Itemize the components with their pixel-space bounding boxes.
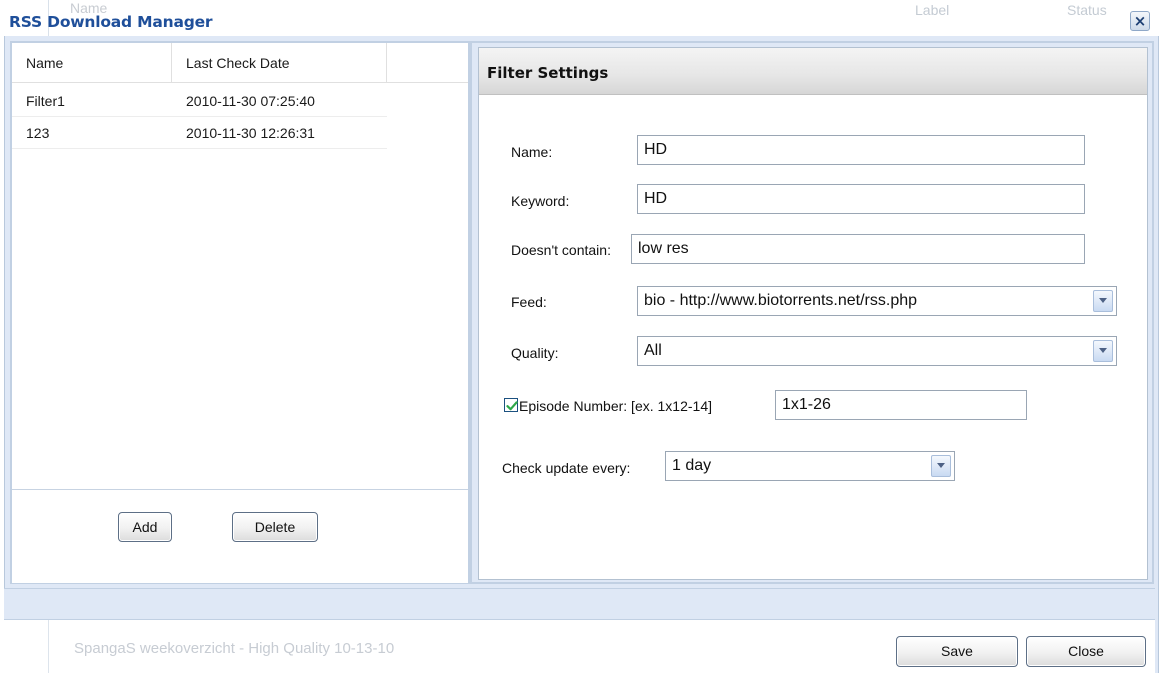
check-update-label: Check update every: xyxy=(502,460,631,476)
quality-select[interactable]: All xyxy=(637,336,1117,366)
delete-button[interactable]: Delete xyxy=(232,512,318,542)
close-icon[interactable]: × xyxy=(1130,11,1150,31)
filter-date-cell: 2010-11-30 07:25:40 xyxy=(172,85,387,117)
filter-settings-header: Filter Settings xyxy=(479,48,1147,95)
table-row[interactable]: 123 2010-11-30 12:26:31 xyxy=(12,117,387,149)
chevron-down-icon[interactable] xyxy=(1093,340,1113,362)
episode-number-checkbox[interactable] xyxy=(504,398,518,412)
feed-select[interactable]: bio - http://www.biotorrents.net/rss.php xyxy=(637,286,1117,316)
filter-settings-panel: Filter Settings Name: HD Keyword: HD Doe… xyxy=(470,41,1154,584)
background-status-text: SpangaS weekoverzicht - High Quality 10-… xyxy=(74,640,395,657)
episode-number-label: Episode Number: [ex. 1x12-14] xyxy=(519,398,712,414)
keyword-label: Keyword: xyxy=(511,193,570,209)
quality-selected-value: All xyxy=(644,342,662,359)
doesnt-contain-label: Doesn't contain: xyxy=(511,242,611,258)
check-update-select[interactable]: 1 day xyxy=(665,451,955,481)
feed-selected-value: bio - http://www.biotorrents.net/rss.php xyxy=(644,292,918,309)
filter-list-panel: Name Last Check Date Filter1 2010-11-30 … xyxy=(10,41,470,584)
close-button[interactable]: Close xyxy=(1026,636,1146,667)
column-header-name[interactable]: Name xyxy=(12,43,172,83)
background-divider xyxy=(48,620,49,673)
chevron-down-icon[interactable] xyxy=(1093,290,1113,312)
check-update-selected-value: 1 day xyxy=(672,457,712,474)
filter-name-cell: Filter1 xyxy=(12,85,172,117)
filter-settings-box: Filter Settings Name: HD Keyword: HD Doe… xyxy=(478,47,1148,580)
column-header-filler xyxy=(387,43,468,83)
rss-download-manager-dialog: RSS Download Manager × Name Last Check D… xyxy=(0,0,1163,673)
name-field[interactable]: HD xyxy=(637,135,1085,165)
filter-list-footer: Add Delete xyxy=(12,489,468,583)
filter-date-cell: 2010-11-30 12:26:31 xyxy=(172,117,387,149)
name-label: Name: xyxy=(511,144,553,160)
filter-settings-title: Filter Settings xyxy=(487,64,609,82)
dialog-separator-strip xyxy=(4,588,1155,620)
add-button[interactable]: Add xyxy=(118,512,172,542)
filter-grid-header: Name Last Check Date xyxy=(12,43,468,85)
dialog-title: RSS Download Manager xyxy=(9,13,213,31)
dialog-title-bar[interactable]: RSS Download Manager × xyxy=(0,0,1163,36)
doesnt-contain-field[interactable]: low res xyxy=(631,234,1085,264)
filter-name-cell: 123 xyxy=(12,117,172,149)
chevron-down-icon[interactable] xyxy=(931,455,951,477)
episode-number-field[interactable]: 1x1-26 xyxy=(775,390,1027,420)
feed-label: Feed: xyxy=(511,294,547,310)
quality-label: Quality: xyxy=(511,345,559,361)
keyword-field[interactable]: HD xyxy=(637,184,1085,214)
checkmark-icon xyxy=(506,401,518,411)
table-row[interactable]: Filter1 2010-11-30 07:25:40 xyxy=(12,85,387,117)
save-button[interactable]: Save xyxy=(896,636,1018,667)
column-header-last-check-date[interactable]: Last Check Date xyxy=(172,43,387,83)
